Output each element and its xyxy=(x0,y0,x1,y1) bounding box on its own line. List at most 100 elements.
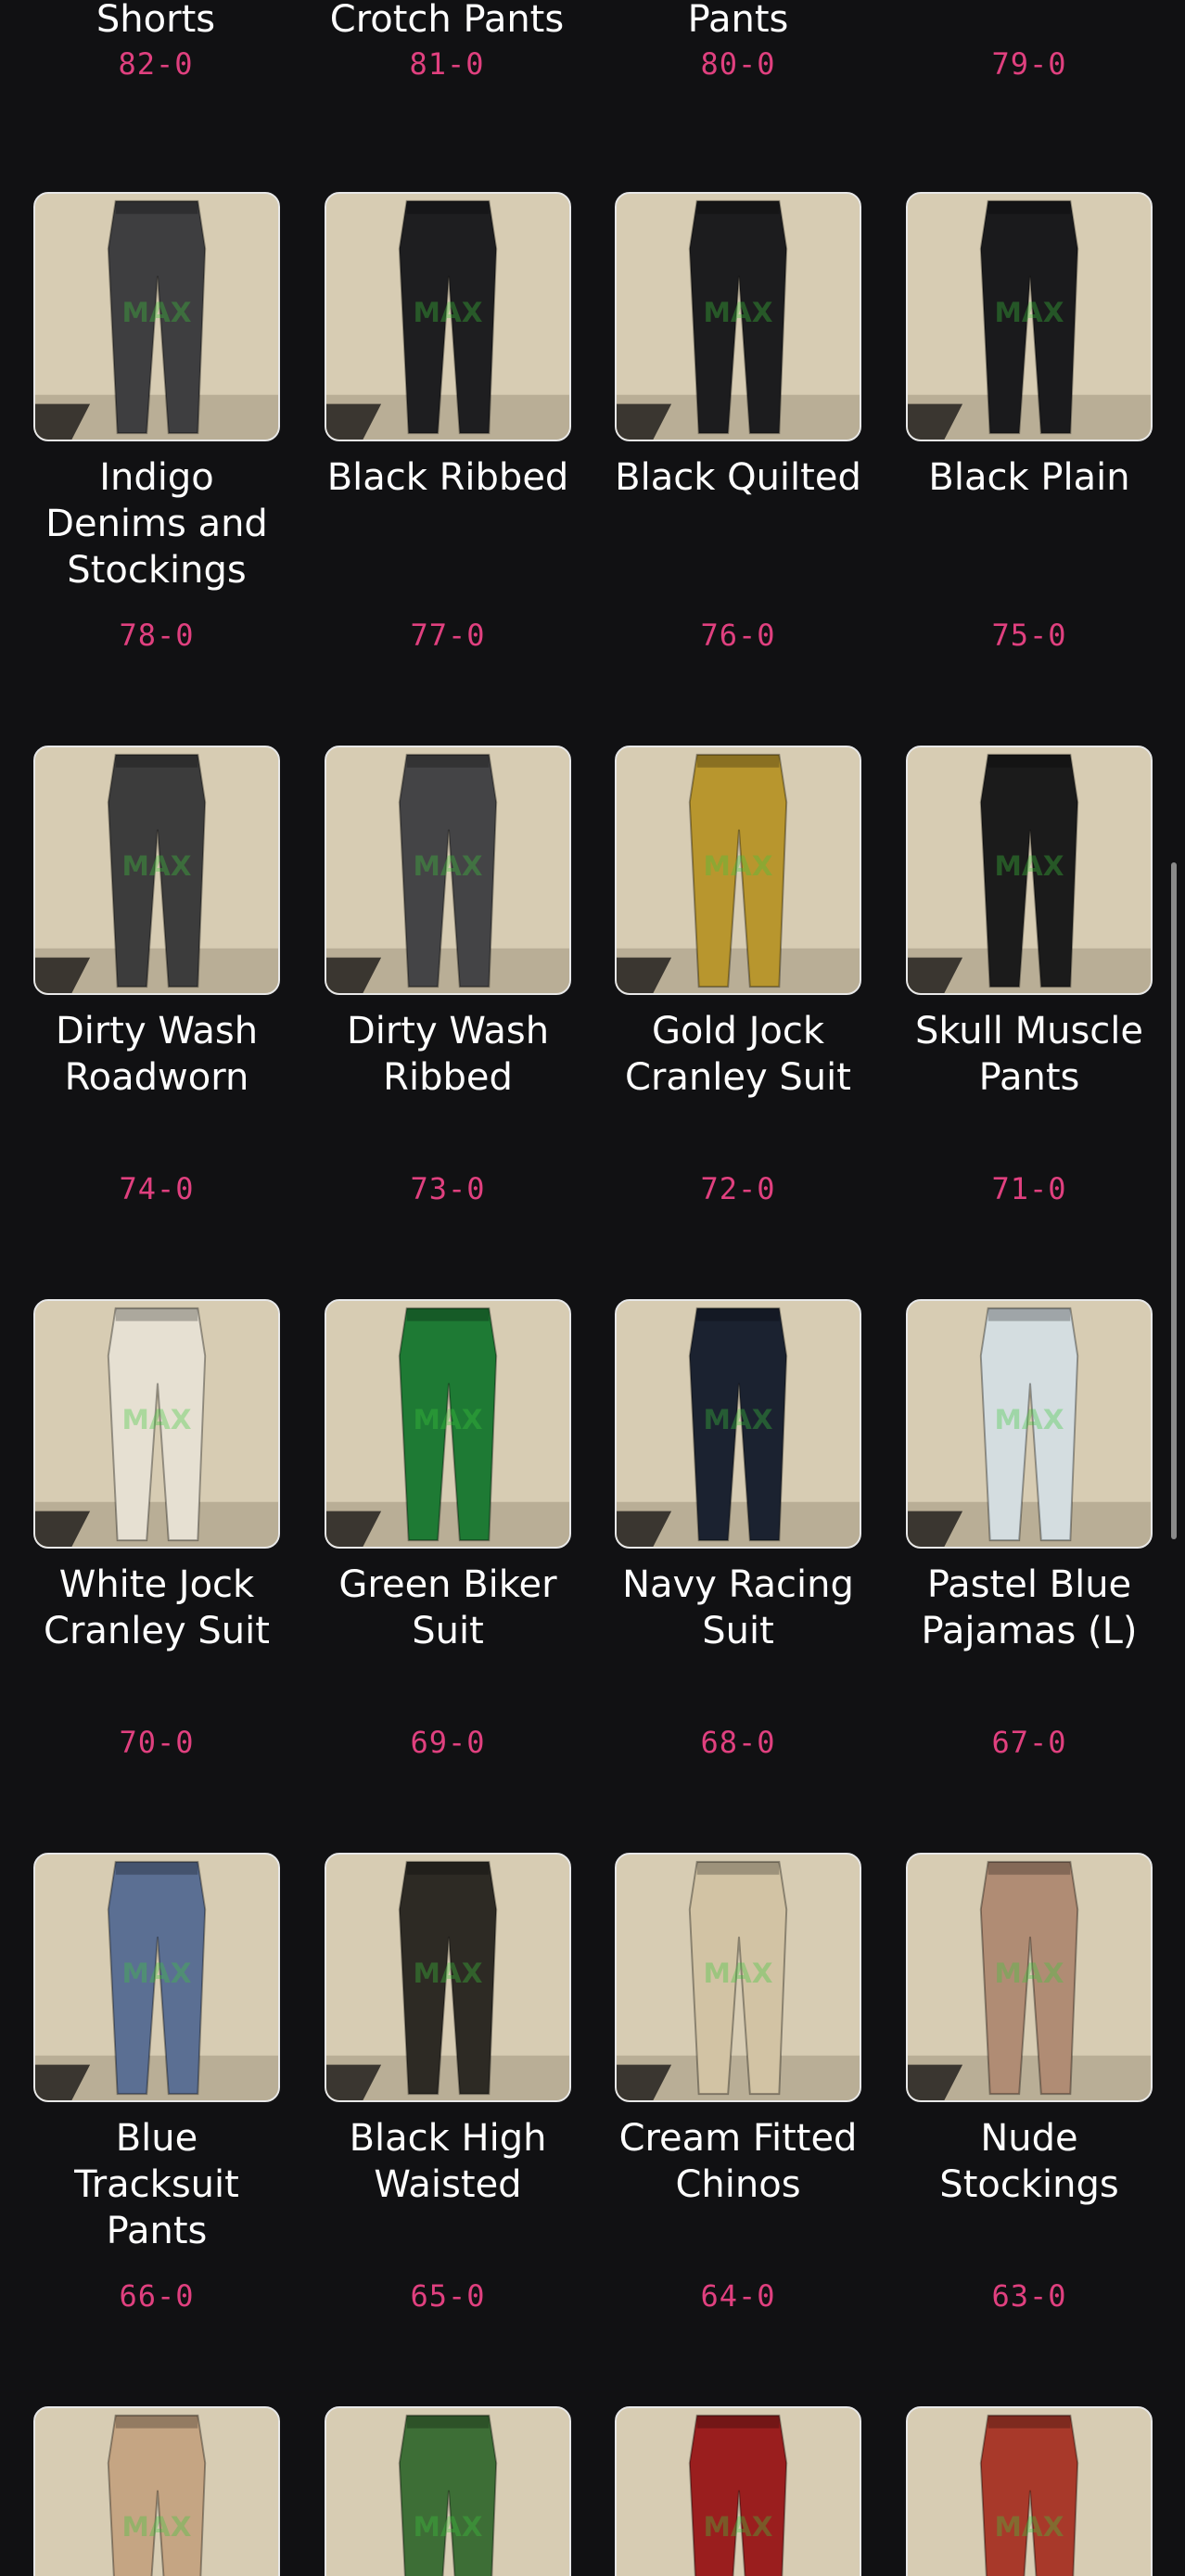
item-code: 64-0 xyxy=(700,2278,776,2314)
svg-text:MAX: MAX xyxy=(994,297,1064,328)
item-thumbnail[interactable]: MAX xyxy=(33,746,280,995)
item-code: 78-0 xyxy=(119,618,195,653)
item-code: 65-0 xyxy=(410,2278,486,2314)
item-card[interactable]: MAX Navy Racing Suit 68-0 xyxy=(615,1299,861,1760)
item-thumbnail[interactable]: MAX xyxy=(615,1853,861,2102)
item-code: 77-0 xyxy=(410,618,486,653)
svg-text:MAX: MAX xyxy=(413,850,482,882)
item-card[interactable]: MAX Dirty Wash Ribbed 73-0 xyxy=(325,746,571,1206)
svg-text:MAX: MAX xyxy=(703,850,772,882)
item-thumbnail[interactable]: MAX xyxy=(325,2406,571,2576)
item-thumbnail[interactable]: MAX xyxy=(906,1853,1153,2102)
item-name: Cream Fitted Chinos xyxy=(618,2117,858,2206)
item-thumbnail[interactable]: MAX xyxy=(325,1853,571,2102)
item-name: Black Quilted xyxy=(615,456,861,499)
item-card[interactable]: MAX Black Plain 75-0 xyxy=(906,192,1153,653)
item-card[interactable]: MAX Nude Stockings 63-0 xyxy=(906,1853,1153,2314)
item-thumbnail[interactable]: MAX xyxy=(615,746,861,995)
item-name: Black High Waisted xyxy=(349,2117,547,2206)
svg-text:MAX: MAX xyxy=(121,1958,191,1989)
item-card[interactable]: MAX Dirty Wash Roadworn 74-0 xyxy=(33,746,280,1206)
item-name: Blue Tracksuit Pants xyxy=(74,2117,239,2252)
svg-text:MAX: MAX xyxy=(121,1404,191,1435)
item-card[interactable]: MAX Indigo Denims and Stockings 78-0 xyxy=(33,192,280,653)
svg-text:MAX: MAX xyxy=(994,2511,1064,2543)
item-card[interactable]: MAX Black Quilted 76-0 xyxy=(615,192,861,653)
item-thumbnail[interactable]: MAX xyxy=(33,1853,280,2102)
svg-text:MAX: MAX xyxy=(413,2511,482,2543)
item-card[interactable]: MAX xyxy=(325,2406,571,2576)
item-code: 66-0 xyxy=(119,2278,195,2314)
item-name: Green Biker Suit xyxy=(338,1563,557,1652)
item-name: Dirty Wash Ribbed xyxy=(346,1010,550,1099)
svg-text:MAX: MAX xyxy=(121,2511,191,2543)
item-name: Indigo Denims and Stockings xyxy=(45,456,268,592)
item-thumbnail[interactable]: MAX xyxy=(906,192,1153,441)
item-card[interactable]: MAX Black High Waisted 65-0 xyxy=(325,1853,571,2314)
item-card[interactable]: MAX Pastel Blue Pajamas (L) 67-0 xyxy=(906,1299,1153,1760)
item-thumbnail[interactable]: MAX xyxy=(615,2406,861,2576)
item-name: Navy Racing Suit xyxy=(622,1563,854,1652)
item-thumbnail[interactable]: MAX xyxy=(615,192,861,441)
item-card[interactable]: MAX White Jock Cranley Suit 70-0 xyxy=(33,1299,280,1760)
svg-text:MAX: MAX xyxy=(994,850,1064,882)
svg-text:MAX: MAX xyxy=(703,1404,772,1435)
item-code: 76-0 xyxy=(700,618,776,653)
item-thumbnail[interactable]: MAX xyxy=(325,1299,571,1549)
item-name: Crotch Pants xyxy=(329,0,565,41)
item-code: 67-0 xyxy=(991,1725,1067,1760)
item-card[interactable]: MAX xyxy=(906,2406,1153,2576)
item-code: 79-0 xyxy=(991,46,1067,82)
item-code: 68-0 xyxy=(700,1725,776,1760)
item-card[interactable]: MAX Blue Tracksuit Pants 66-0 xyxy=(33,1853,280,2314)
item-name: Dirty Wash Roadworn xyxy=(55,1010,259,1099)
item-card[interactable]: MAX xyxy=(615,2406,861,2576)
item-code: 63-0 xyxy=(991,2278,1067,2314)
item-name: White Jock Cranley Suit xyxy=(44,1563,270,1652)
pants-grid[interactable]: Shorts Crotch Pants Pants 82-0 81-0 80-0… xyxy=(0,0,1185,2576)
svg-text:MAX: MAX xyxy=(413,297,482,328)
scrollbar[interactable] xyxy=(1171,862,1177,1539)
item-code: 82-0 xyxy=(118,46,194,82)
item-thumbnail[interactable]: MAX xyxy=(906,2406,1153,2576)
item-code: 73-0 xyxy=(410,1171,486,1206)
item-code: 72-0 xyxy=(700,1171,776,1206)
item-name: Gold Jock Cranley Suit xyxy=(625,1010,851,1099)
item-code: 75-0 xyxy=(991,618,1067,653)
item-card[interactable]: MAX Skull Muscle Pants 71-0 xyxy=(906,746,1153,1206)
item-code: 81-0 xyxy=(409,46,485,82)
item-card[interactable]: MAX Gold Jock Cranley Suit 72-0 xyxy=(615,746,861,1206)
item-card[interactable]: MAX Green Biker Suit 69-0 xyxy=(325,1299,571,1760)
item-thumbnail[interactable]: MAX xyxy=(325,746,571,995)
item-card[interactable]: MAX Cream Fitted Chinos 64-0 xyxy=(615,1853,861,2314)
item-name: Pants xyxy=(687,0,789,41)
item-code: 80-0 xyxy=(700,46,776,82)
item-name: Black Ribbed xyxy=(326,456,569,499)
svg-text:MAX: MAX xyxy=(703,1958,772,1989)
svg-text:MAX: MAX xyxy=(413,1958,482,1989)
svg-text:MAX: MAX xyxy=(994,1404,1064,1435)
item-name: Skull Muscle Pants xyxy=(914,1010,1144,1099)
item-thumbnail[interactable]: MAX xyxy=(325,192,571,441)
item-thumbnail[interactable]: MAX xyxy=(906,1299,1153,1549)
svg-text:MAX: MAX xyxy=(703,297,772,328)
item-code: 70-0 xyxy=(119,1725,195,1760)
svg-text:MAX: MAX xyxy=(413,1404,482,1435)
item-name: Pastel Blue Pajamas (L) xyxy=(921,1563,1138,1652)
item-thumbnail[interactable]: MAX xyxy=(33,2406,280,2576)
item-thumbnail[interactable]: MAX xyxy=(906,746,1153,995)
svg-text:MAX: MAX xyxy=(994,1958,1064,1989)
item-thumbnail[interactable]: MAX xyxy=(615,1299,861,1549)
svg-text:MAX: MAX xyxy=(703,2511,772,2543)
svg-text:MAX: MAX xyxy=(121,297,191,328)
item-card[interactable]: MAX xyxy=(33,2406,280,2576)
item-code: 71-0 xyxy=(991,1171,1067,1206)
item-thumbnail[interactable]: MAX xyxy=(33,192,280,441)
svg-text:MAX: MAX xyxy=(121,850,191,882)
item-card[interactable]: MAX Black Ribbed 77-0 xyxy=(325,192,571,653)
item-name: Black Plain xyxy=(928,456,1130,499)
item-name: Shorts xyxy=(96,0,216,41)
item-thumbnail[interactable]: MAX xyxy=(33,1299,280,1549)
item-code: 74-0 xyxy=(119,1171,195,1206)
item-name: Nude Stockings xyxy=(939,2117,1119,2206)
